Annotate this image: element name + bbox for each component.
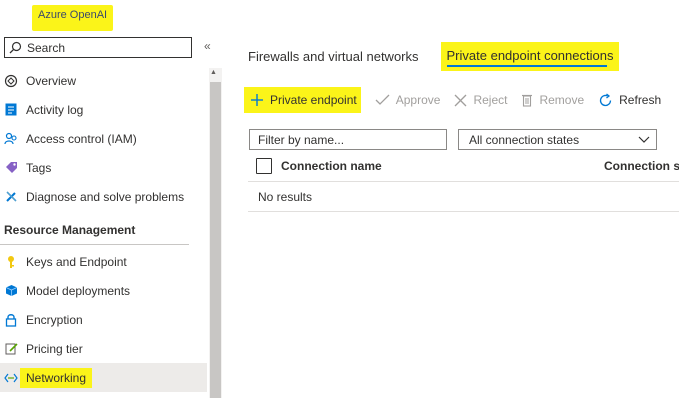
sidebar-item-keys-and-endpoint[interactable]: Keys and Endpoint bbox=[0, 247, 207, 276]
plus-icon bbox=[250, 93, 264, 107]
approve-label: Approve bbox=[395, 93, 441, 107]
sidebar-item-tags[interactable]: Tags bbox=[0, 153, 207, 182]
refresh-button[interactable]: Refresh bbox=[598, 87, 661, 113]
sidebar-item-diagnose[interactable]: Diagnose and solve problems bbox=[0, 182, 207, 211]
trash-icon bbox=[521, 93, 533, 107]
sidebar-item-networking[interactable]: Networking bbox=[0, 363, 207, 392]
connection-state-dropdown[interactable]: All connection states bbox=[458, 129, 657, 150]
sidebar-item-label: Activity log bbox=[26, 102, 84, 117]
people-icon bbox=[4, 132, 18, 146]
tab-firewalls-and-virtual-networks[interactable]: Firewalls and virtual networks bbox=[248, 49, 419, 64]
activity-log-icon bbox=[4, 103, 18, 117]
sidebar-nav: Overview Activity log Access control (IA… bbox=[0, 66, 207, 392]
cube-icon bbox=[4, 284, 18, 298]
sidebar-item-access-control[interactable]: Access control (IAM) bbox=[0, 124, 207, 153]
remove-label: Remove bbox=[539, 93, 585, 107]
sidebar-item-label: Diagnose and solve problems bbox=[26, 189, 185, 204]
sidebar-item-label: Tags bbox=[26, 160, 52, 175]
chevron-down-icon bbox=[638, 133, 650, 147]
refresh-label: Refresh bbox=[619, 93, 662, 107]
scroll-up-icon[interactable]: ▲ bbox=[210, 69, 217, 76]
column-header-connection-state[interactable]: Connection state bbox=[604, 159, 679, 173]
sidebar-item-label: Model deployments bbox=[26, 283, 131, 298]
sidebar-item-label: Networking bbox=[20, 367, 93, 388]
edit-icon bbox=[4, 342, 18, 356]
sidebar-item-label: Access control (IAM) bbox=[26, 131, 137, 146]
sidebar-item-label: Overview bbox=[26, 73, 77, 88]
key-icon bbox=[4, 255, 18, 269]
filter-placeholder: Filter by name... bbox=[258, 132, 345, 147]
approve-button[interactable]: Approve bbox=[375, 87, 441, 113]
remove-button[interactable]: Remove bbox=[521, 87, 584, 113]
sidebar-scrollbar-thumb[interactable] bbox=[210, 82, 221, 398]
table-divider bbox=[248, 211, 679, 212]
tab-bar: Firewalls and virtual networks Private e… bbox=[248, 40, 641, 72]
connection-state-selected: All connection states bbox=[469, 132, 580, 147]
reject-label: Reject bbox=[473, 93, 508, 107]
sidebar-item-label: Pricing tier bbox=[26, 341, 83, 356]
wrench-icon bbox=[4, 190, 18, 204]
sidebar-item-activity-log[interactable]: Activity log bbox=[0, 95, 207, 124]
sidebar-item-pricing-tier[interactable]: Pricing tier bbox=[0, 334, 207, 363]
empty-table-message: No results bbox=[258, 190, 313, 204]
sidebar: Search « ▲ Overview Activity log Access … bbox=[0, 36, 222, 398]
sidebar-item-label: Keys and Endpoint bbox=[26, 254, 127, 269]
section-title-resource-management: Resource Management bbox=[0, 215, 189, 245]
networking-icon bbox=[4, 371, 18, 385]
search-label: Search bbox=[27, 40, 66, 55]
lock-icon bbox=[4, 313, 18, 327]
tag-icon bbox=[4, 161, 18, 175]
sidebar-item-label: Encryption bbox=[26, 312, 83, 327]
close-icon bbox=[454, 94, 467, 107]
openai-icon bbox=[4, 74, 18, 88]
column-header-connection-name[interactable]: Connection name bbox=[281, 159, 382, 173]
sidebar-item-model-deployments[interactable]: Model deployments bbox=[0, 276, 207, 305]
command-bar: Private endpoint Approve Reject Remove R… bbox=[244, 85, 675, 115]
table-header: Connection name Connection state bbox=[248, 151, 679, 182]
add-private-endpoint-label: Private endpoint bbox=[270, 93, 357, 107]
sidebar-item-encryption[interactable]: Encryption bbox=[0, 305, 207, 334]
select-all-checkbox[interactable] bbox=[256, 158, 272, 174]
filter-by-name-input[interactable]: Filter by name... bbox=[249, 129, 447, 150]
reject-button[interactable]: Reject bbox=[454, 87, 507, 113]
search-box[interactable]: Search bbox=[4, 37, 192, 58]
search-icon bbox=[9, 41, 22, 54]
refresh-icon bbox=[598, 92, 613, 108]
collapse-sidebar-button[interactable]: « bbox=[204, 39, 211, 53]
app-title: Azure OpenAI bbox=[32, 5, 114, 31]
sidebar-item-overview[interactable]: Overview bbox=[0, 66, 207, 95]
checkmark-icon bbox=[375, 94, 390, 106]
add-private-endpoint-button[interactable]: Private endpoint bbox=[244, 87, 361, 113]
tab-private-endpoint-connections[interactable]: Private endpoint connections bbox=[440, 41, 620, 71]
